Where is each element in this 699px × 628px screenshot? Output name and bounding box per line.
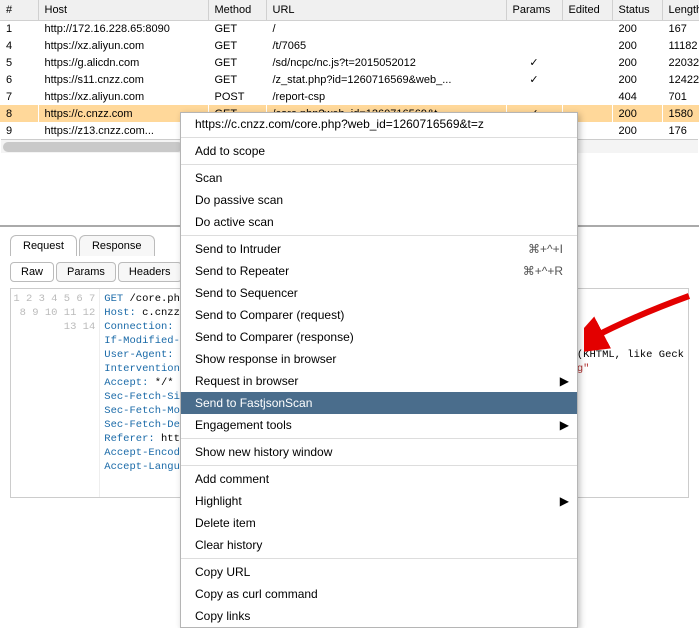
cell: http://172.16.228.65:8090: [38, 20, 208, 37]
column-header[interactable]: Length: [662, 0, 699, 20]
cell: [562, 37, 612, 54]
submenu-arrow-icon: ▶: [560, 494, 569, 508]
cell: [506, 20, 562, 37]
cell: 200: [612, 20, 662, 37]
cell: 701: [662, 88, 699, 105]
cell: GET: [208, 71, 266, 88]
cell: 200: [612, 37, 662, 54]
cell: 404: [612, 88, 662, 105]
column-header[interactable]: URL: [266, 0, 506, 20]
cell: https://xz.aliyun.com: [38, 37, 208, 54]
cell: ✓: [506, 71, 562, 88]
cell: [562, 54, 612, 71]
menu-title: https://c.cnzz.com/core.php?web_id=12607…: [181, 113, 577, 135]
menu-item[interactable]: Engagement tools▶: [181, 414, 577, 436]
menu-item[interactable]: Send to Comparer (response): [181, 326, 577, 348]
column-header[interactable]: #: [0, 0, 38, 20]
menu-item-fastjsonscan[interactable]: Send to FastjsonScan: [181, 392, 577, 414]
cell: 200: [612, 122, 662, 139]
cell: 167: [662, 20, 699, 37]
tab-response[interactable]: Response: [79, 235, 155, 256]
cell: 1580: [662, 105, 699, 122]
cell: 8: [0, 105, 38, 122]
table-row[interactable]: 4https://xz.aliyun.comGET/t/7065 20011182: [0, 37, 699, 54]
cell: 12422: [662, 71, 699, 88]
cell: 6: [0, 71, 38, 88]
cell: ✓: [506, 54, 562, 71]
cell: GET: [208, 20, 266, 37]
context-menu[interactable]: https://c.cnzz.com/core.php?web_id=12607…: [180, 112, 578, 628]
submenu-arrow-icon: ▶: [560, 418, 569, 432]
menu-item[interactable]: Send to Comparer (request): [181, 304, 577, 326]
cell: 9: [0, 122, 38, 139]
table-row[interactable]: 1http://172.16.228.65:8090GET/ 200167: [0, 20, 699, 37]
menu-item[interactable]: Scan: [181, 167, 577, 189]
menu-item[interactable]: Highlight▶: [181, 490, 577, 512]
cell: 200: [612, 71, 662, 88]
menu-item[interactable]: Clear history: [181, 534, 577, 556]
cell: [506, 37, 562, 54]
cell: 4: [0, 37, 38, 54]
cell: 5: [0, 54, 38, 71]
cell: GET: [208, 54, 266, 71]
menu-item[interactable]: Send to Sequencer: [181, 282, 577, 304]
menu-item[interactable]: Do passive scan: [181, 189, 577, 211]
cell: /t/7065: [266, 37, 506, 54]
column-header[interactable]: Method: [208, 0, 266, 20]
cell: 11182: [662, 37, 699, 54]
menu-item[interactable]: Add to scope: [181, 140, 577, 162]
cell: /sd/ncpc/nc.js?t=2015052012: [266, 54, 506, 71]
cell: https://g.alicdn.com: [38, 54, 208, 71]
menu-item[interactable]: Send to Intruder⌘+^+I: [181, 238, 577, 260]
cell: 1: [0, 20, 38, 37]
menu-item[interactable]: Copy links: [181, 605, 577, 627]
table-row[interactable]: 6https://s11.cnzz.comGET/z_stat.php?id=1…: [0, 71, 699, 88]
cell: POST: [208, 88, 266, 105]
menu-item[interactable]: Show new history window: [181, 441, 577, 463]
cell: 176: [662, 122, 699, 139]
menu-item[interactable]: Delete item: [181, 512, 577, 534]
subtab-headers[interactable]: Headers: [118, 262, 182, 282]
column-header[interactable]: Params: [506, 0, 562, 20]
cell: GET: [208, 37, 266, 54]
cell: [562, 88, 612, 105]
cell: /z_stat.php?id=1260716569&web_...: [266, 71, 506, 88]
cell: https://xz.aliyun.com: [38, 88, 208, 105]
cell: [506, 88, 562, 105]
subtab-params[interactable]: Params: [56, 262, 116, 282]
cell: 7: [0, 88, 38, 105]
menu-item[interactable]: Request in browser▶: [181, 370, 577, 392]
submenu-arrow-icon: ▶: [560, 374, 569, 388]
cell: /report-csp: [266, 88, 506, 105]
cell: 200: [612, 54, 662, 71]
cell: 200: [612, 105, 662, 122]
menu-item[interactable]: Add comment: [181, 468, 577, 490]
cell: [562, 71, 612, 88]
cell: 22032: [662, 54, 699, 71]
tab-request[interactable]: Request: [10, 235, 77, 256]
cell: https://s11.cnzz.com: [38, 71, 208, 88]
table-row[interactable]: 5https://g.alicdn.comGET/sd/ncpc/nc.js?t…: [0, 54, 699, 71]
column-header[interactable]: Status: [612, 0, 662, 20]
table-row[interactable]: 7https://xz.aliyun.comPOST/report-csp 404…: [0, 88, 699, 105]
menu-item[interactable]: Do active scan: [181, 211, 577, 233]
cell: /: [266, 20, 506, 37]
menu-item[interactable]: Copy as curl command: [181, 583, 577, 605]
menu-item[interactable]: Show response in browser: [181, 348, 577, 370]
menu-item[interactable]: Send to Repeater⌘+^+R: [181, 260, 577, 282]
subtab-raw[interactable]: Raw: [10, 262, 54, 282]
column-header[interactable]: Host: [38, 0, 208, 20]
column-header[interactable]: Edited: [562, 0, 612, 20]
cell: [562, 20, 612, 37]
menu-item[interactable]: Copy URL: [181, 561, 577, 583]
